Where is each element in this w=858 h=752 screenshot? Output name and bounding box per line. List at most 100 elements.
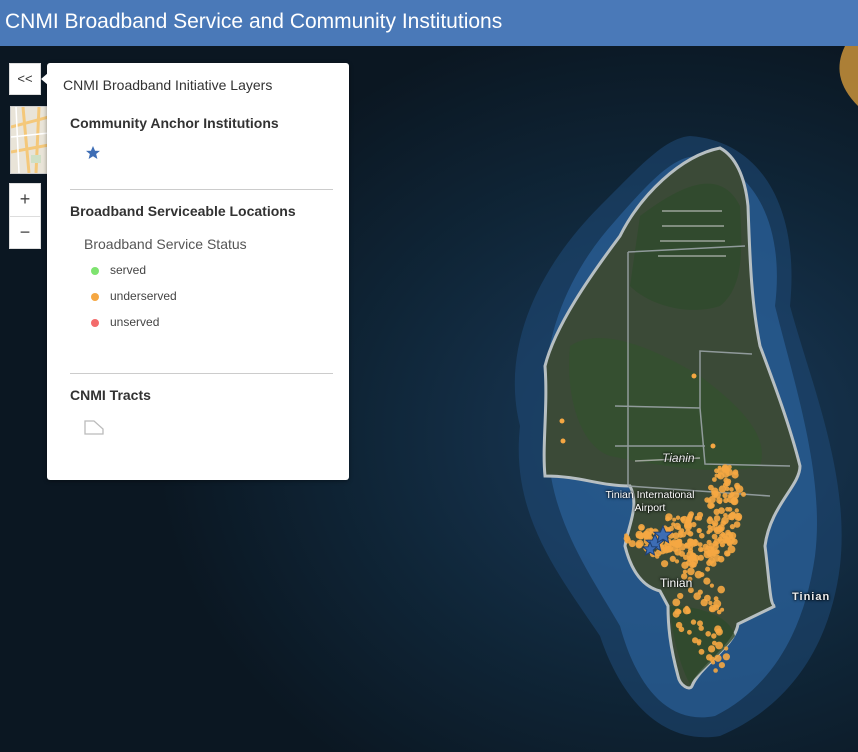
service-location-point[interactable] bbox=[706, 517, 714, 525]
service-location-point[interactable] bbox=[717, 467, 724, 475]
service-location-point[interactable] bbox=[716, 609, 722, 615]
service-location-point[interactable] bbox=[728, 512, 736, 519]
service-location-point[interactable] bbox=[711, 633, 717, 639]
service-location-point[interactable] bbox=[736, 515, 742, 521]
service-location-point[interactable] bbox=[733, 521, 741, 528]
service-location-point[interactable] bbox=[734, 508, 739, 513]
service-location-point[interactable] bbox=[683, 523, 689, 528]
service-location-point[interactable] bbox=[675, 621, 683, 629]
service-location-point[interactable] bbox=[699, 532, 705, 539]
service-location-point[interactable] bbox=[705, 566, 711, 572]
service-location-point[interactable] bbox=[642, 530, 650, 538]
service-location-point[interactable] bbox=[685, 609, 691, 614]
service-location-point[interactable] bbox=[698, 648, 705, 655]
service-location-point[interactable] bbox=[710, 443, 716, 449]
service-location-point[interactable] bbox=[723, 513, 728, 518]
service-location-point[interactable] bbox=[675, 515, 681, 520]
service-location-point[interactable] bbox=[694, 515, 700, 521]
service-location-point[interactable] bbox=[727, 495, 735, 503]
service-location-point[interactable] bbox=[714, 549, 719, 554]
service-location-point[interactable] bbox=[707, 527, 713, 533]
service-location-point[interactable] bbox=[685, 517, 692, 524]
service-location-point[interactable] bbox=[717, 526, 724, 533]
service-location-point[interactable] bbox=[691, 373, 697, 379]
service-location-point[interactable] bbox=[697, 542, 703, 547]
service-location-point[interactable] bbox=[703, 577, 711, 585]
service-location-point[interactable] bbox=[686, 550, 695, 559]
service-location-point[interactable] bbox=[722, 492, 728, 499]
service-location-point[interactable] bbox=[649, 529, 655, 534]
service-location-point[interactable] bbox=[724, 646, 729, 651]
service-location-point[interactable] bbox=[687, 531, 694, 537]
service-location-point[interactable] bbox=[560, 438, 566, 444]
service-location-point[interactable] bbox=[729, 491, 735, 497]
service-location-point[interactable] bbox=[741, 491, 746, 497]
service-location-point[interactable] bbox=[712, 477, 717, 482]
service-location-point[interactable] bbox=[706, 654, 713, 661]
service-location-point[interactable] bbox=[709, 583, 715, 588]
service-location-point[interactable] bbox=[718, 485, 727, 493]
service-location-point[interactable] bbox=[705, 631, 711, 637]
service-location-point[interactable] bbox=[727, 507, 733, 512]
service-location-point[interactable] bbox=[635, 541, 643, 549]
service-location-point[interactable] bbox=[696, 641, 702, 646]
basemap-toggle-thumbnail[interactable] bbox=[10, 106, 50, 174]
service-location-point[interactable] bbox=[661, 560, 669, 568]
service-location-point[interactable] bbox=[687, 629, 692, 635]
service-location-point[interactable] bbox=[672, 517, 677, 522]
service-location-point[interactable] bbox=[718, 662, 726, 669]
service-location-point[interactable] bbox=[713, 668, 718, 673]
service-location-point[interactable] bbox=[715, 641, 723, 650]
service-location-point[interactable] bbox=[713, 515, 721, 522]
service-location-point[interactable] bbox=[693, 592, 701, 600]
service-location-point[interactable] bbox=[706, 539, 712, 545]
service-location-point[interactable] bbox=[717, 499, 723, 505]
service-location-point[interactable] bbox=[707, 502, 714, 509]
service-location-point[interactable] bbox=[694, 570, 703, 579]
service-location-point[interactable] bbox=[703, 547, 710, 554]
service-location-point[interactable] bbox=[735, 485, 744, 493]
service-location-point[interactable] bbox=[628, 540, 636, 548]
service-location-point[interactable] bbox=[690, 619, 697, 625]
service-location-point[interactable] bbox=[715, 628, 723, 636]
service-location-point[interactable] bbox=[698, 546, 704, 553]
service-location-point[interactable] bbox=[725, 551, 731, 557]
service-location-point[interactable] bbox=[713, 508, 720, 516]
service-location-point[interactable] bbox=[674, 608, 681, 615]
service-location-point[interactable] bbox=[639, 534, 644, 540]
service-location-point[interactable] bbox=[679, 550, 685, 557]
zoom-in-button[interactable]: + bbox=[10, 184, 40, 217]
service-location-point[interactable] bbox=[677, 592, 684, 600]
service-location-point[interactable] bbox=[638, 524, 645, 531]
service-location-point[interactable] bbox=[655, 554, 660, 559]
service-location-point[interactable] bbox=[673, 522, 681, 530]
service-location-point[interactable] bbox=[708, 604, 717, 613]
service-location-point[interactable] bbox=[708, 645, 716, 653]
service-location-point[interactable] bbox=[723, 466, 730, 474]
service-location-point[interactable] bbox=[725, 531, 734, 540]
service-location-point[interactable] bbox=[708, 600, 713, 606]
service-location-point[interactable] bbox=[697, 620, 703, 627]
collapse-panel-button[interactable]: << bbox=[9, 63, 41, 95]
service-location-point[interactable] bbox=[704, 497, 710, 503]
service-location-point[interactable] bbox=[729, 487, 734, 492]
service-location-point[interactable] bbox=[693, 539, 698, 543]
service-location-point[interactable] bbox=[672, 598, 681, 607]
service-location-point[interactable] bbox=[559, 418, 565, 424]
service-location-point[interactable] bbox=[704, 594, 711, 602]
zoom-out-button[interactable]: − bbox=[10, 217, 40, 249]
service-location-point[interactable] bbox=[696, 527, 702, 534]
service-location-point[interactable] bbox=[713, 491, 721, 499]
service-location-point[interactable] bbox=[720, 531, 726, 537]
service-location-point[interactable] bbox=[714, 654, 722, 662]
service-location-point[interactable] bbox=[691, 558, 699, 565]
service-location-point[interactable] bbox=[731, 538, 738, 545]
service-location-point[interactable] bbox=[687, 567, 695, 576]
service-location-point[interactable] bbox=[679, 528, 685, 534]
service-location-point[interactable] bbox=[717, 585, 725, 594]
service-location-point[interactable] bbox=[706, 559, 713, 567]
service-location-point[interactable] bbox=[674, 559, 680, 564]
service-location-point[interactable] bbox=[711, 660, 716, 665]
service-location-point[interactable] bbox=[723, 477, 729, 483]
service-location-point[interactable] bbox=[722, 653, 731, 661]
